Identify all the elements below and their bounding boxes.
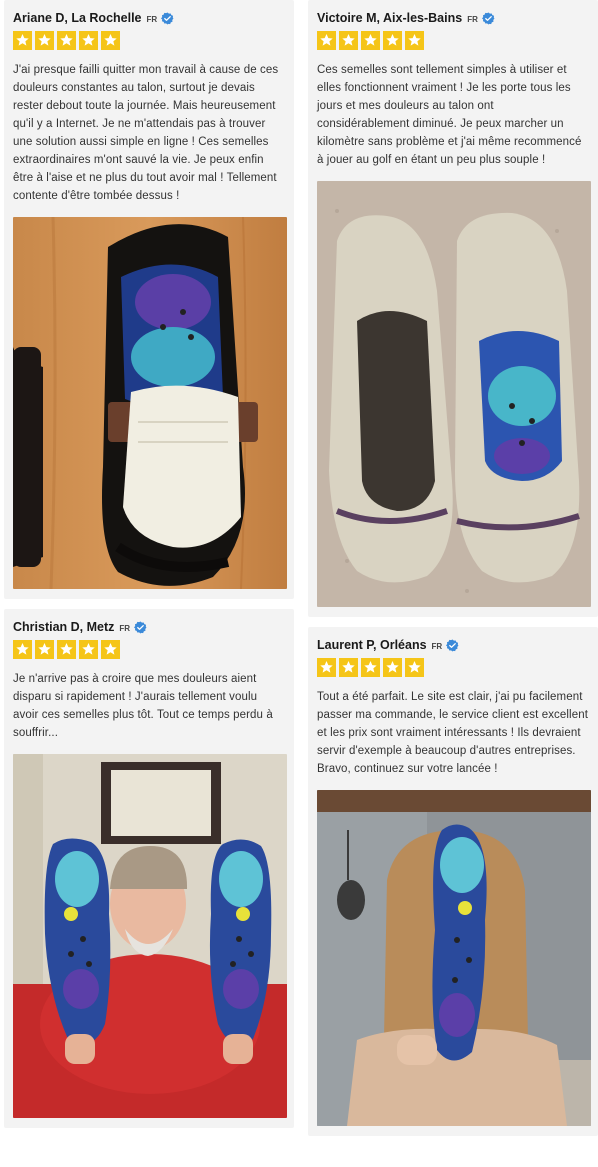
star-icon <box>57 31 76 50</box>
star-icon <box>317 658 336 677</box>
star-rating <box>317 658 589 678</box>
star-icon <box>101 640 120 659</box>
star-icon <box>405 658 424 677</box>
star-icon <box>361 31 380 50</box>
verified-badge-icon <box>161 12 174 24</box>
star-icon <box>405 31 424 50</box>
review-header: Ariane D, La Rochelle FR <box>13 9 285 27</box>
review-text: Ces semelles sont tellement simples à ut… <box>317 64 582 166</box>
review-photo[interactable] <box>317 790 591 1126</box>
star-icon <box>79 31 98 50</box>
man-holding-insoles-photo <box>13 754 287 1118</box>
woman-holding-insole-photo <box>317 790 591 1126</box>
star-icon <box>57 640 76 659</box>
verified-badge-icon <box>134 621 147 633</box>
reviewer-name: Laurent P, Orléans <box>317 638 427 652</box>
star-rating <box>13 640 285 660</box>
country-code: FR <box>146 14 158 24</box>
review-photo[interactable] <box>317 181 591 607</box>
country-code: FR <box>467 14 478 24</box>
star-rating <box>13 31 285 51</box>
review-text: J'ai presque failli quitter mon travail … <box>13 64 279 202</box>
review-card: Laurent P, Orléans FR Tout a été parfait… <box>308 627 598 1136</box>
star-icon <box>35 31 54 50</box>
star-icon <box>35 640 54 659</box>
review-card: Ariane D, La Rochelle FR J'ai presque fa… <box>4 0 294 599</box>
review-header: Laurent P, Orléans FR <box>317 636 589 654</box>
canvas-shoes-with-insoles-photo <box>317 181 591 607</box>
review-text: Je n'arrive pas à croire que mes douleur… <box>13 673 273 739</box>
reviewer-name: Ariane D, La Rochelle <box>13 11 142 25</box>
loafer-shoe-with-insole-photo <box>13 217 287 589</box>
reviewer-name: Christian D, Metz <box>13 620 115 634</box>
verified-badge-icon <box>446 639 459 651</box>
reviews-column-left: Ariane D, La Rochelle FR J'ai presque fa… <box>4 0 294 1138</box>
review-photo[interactable] <box>13 754 287 1118</box>
reviews-column-right: Victoire M, Aix-les-Bains FR Ces semelle… <box>308 0 598 1146</box>
review-card: Christian D, Metz FR Je n'arrive pas à c… <box>4 609 294 1128</box>
review-card: Victoire M, Aix-les-Bains FR Ces semelle… <box>308 0 598 617</box>
star-icon <box>79 640 98 659</box>
review-header: Christian D, Metz FR <box>13 618 285 636</box>
star-rating <box>317 31 589 51</box>
star-icon <box>339 31 358 50</box>
star-icon <box>13 640 32 659</box>
star-icon <box>361 658 380 677</box>
review-photo[interactable] <box>13 217 287 589</box>
star-icon <box>317 31 336 50</box>
star-icon <box>339 658 358 677</box>
star-icon <box>383 658 402 677</box>
verified-badge-icon <box>481 12 495 24</box>
star-icon <box>13 31 32 50</box>
reviewer-name: Victoire M, Aix-les-Bains <box>317 11 463 25</box>
review-text: Tout a été parfait. Le site est clair, j… <box>317 691 588 775</box>
country-code: FR <box>119 623 131 633</box>
star-icon <box>101 31 120 50</box>
star-icon <box>383 31 402 50</box>
country-code: FR <box>431 641 443 651</box>
review-header: Victoire M, Aix-les-Bains FR <box>317 9 589 27</box>
